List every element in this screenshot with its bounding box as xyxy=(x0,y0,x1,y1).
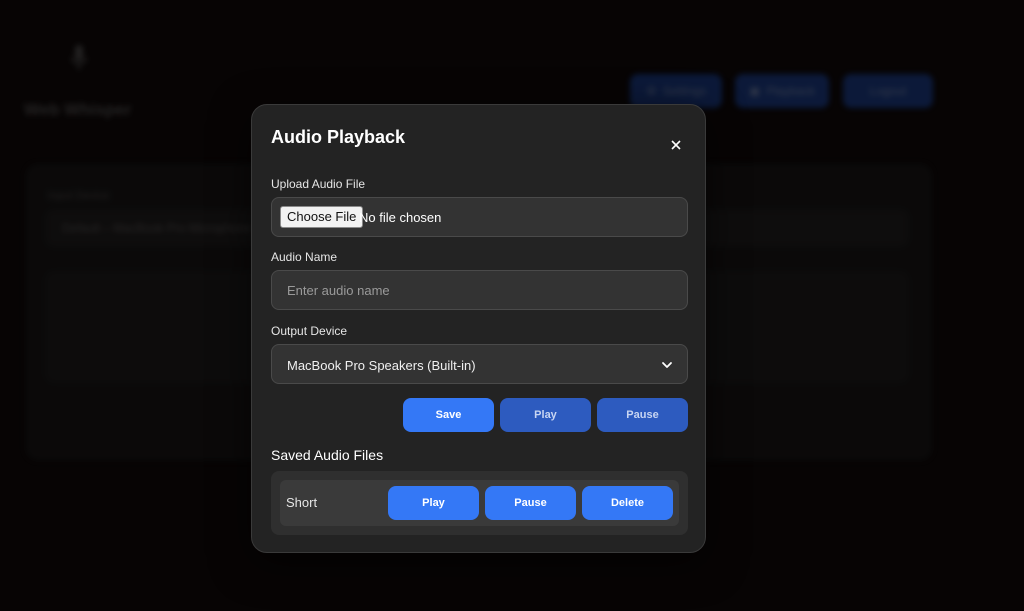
saved-files-list: Short Play Pause Delete xyxy=(271,471,688,535)
upload-label: Upload Audio File xyxy=(271,177,366,191)
save-button[interactable]: Save xyxy=(403,398,494,432)
audio-playback-modal: Audio Playback Upload Audio File Choose … xyxy=(251,104,706,553)
saved-files-title: Saved Audio Files xyxy=(271,447,384,463)
file-upload-field[interactable]: Choose File No file chosen xyxy=(271,197,688,237)
audio-name-label: Audio Name xyxy=(271,250,338,264)
audio-name-input[interactable] xyxy=(272,271,687,309)
pause-button[interactable]: Pause xyxy=(597,398,688,432)
file-status: No file chosen xyxy=(359,210,442,225)
choose-file-button[interactable]: Choose File xyxy=(280,206,364,228)
close-button[interactable] xyxy=(666,135,686,155)
audio-name-field xyxy=(271,270,688,310)
item-play-button[interactable]: Play xyxy=(388,486,479,520)
item-pause-button[interactable]: Pause xyxy=(485,486,576,520)
modal-title: Audio Playback xyxy=(271,127,406,147)
close-icon xyxy=(671,140,681,150)
output-device-value: MacBook Pro Speakers (Built-in) xyxy=(287,358,476,373)
output-device-label: Output Device xyxy=(271,324,348,338)
output-device-select[interactable]: MacBook Pro Speakers (Built-in) xyxy=(271,344,688,384)
list-item: Short Play Pause Delete xyxy=(280,480,679,526)
item-delete-button[interactable]: Delete xyxy=(582,486,673,520)
chevron-down-icon xyxy=(662,362,672,368)
audio-item-name: Short xyxy=(286,495,318,510)
play-button[interactable]: Play xyxy=(500,398,591,432)
